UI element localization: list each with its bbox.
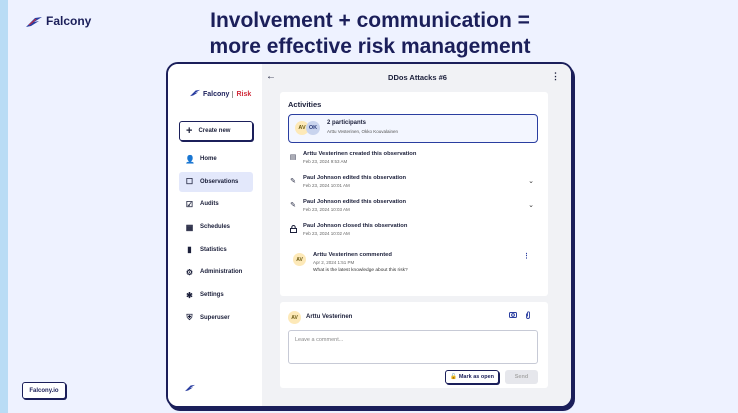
activity-item[interactable]: ✎ Paul Johnson edited this observation F… [288,174,538,194]
sidebar-item-schedules[interactable]: ▦ Schedules [179,217,253,237]
sidebar-item-superuser[interactable]: ⛨ Superuser [179,308,253,328]
app-window: Falcony Risk + Create new 👤 Home ☐ Obser… [166,62,573,408]
camera-icon[interactable] [509,311,517,320]
activity-item: Paul Johnson closed this observation Feb… [288,222,538,242]
sidebar-item-label: Schedules [200,224,231,231]
shield-icon: ⛨ [186,313,193,323]
comment-item: AV Arttu Vesterinen commented Apr 2, 202… [288,247,538,283]
comment-composer: AV Arttu Vesterinen 🔓 Mark as open Send [280,302,548,388]
app-logo: Falcony Risk [190,89,251,99]
send-button[interactable]: Send [505,370,538,384]
pencil-icon: ✎ [290,202,296,209]
left-accent-strip [0,0,8,413]
sidebar-item-label: Superuser [200,314,230,321]
participants-box[interactable]: AV OK 2 participants Arttu Vesterinen, O… [288,114,538,143]
sidebar-nav: 👤 Home ☐ Observations ☑ Audits ▦ Schedul… [179,149,253,331]
activity-time: Feb 23, 2024 10:02 AM [303,231,350,236]
participants-count: 2 participants [327,120,367,126]
app-logo-name: Falcony [203,90,230,98]
calendar-icon: ▦ [185,222,194,232]
create-new-label: Create new [198,128,231,134]
main-panel: ← DDos Attacks #6 ⋮ Activities AV OK 2 p… [262,64,571,406]
activity-time: Feb 23, 2024 10:01 AM [303,183,350,188]
sidebar-item-label: Home [200,156,217,162]
activity-text: Arttu Vesterinen created this observatio… [303,151,417,157]
mark-as-open-label: Mark as open [458,374,494,380]
checkbox-icon: ☑ [185,199,194,209]
comment-menu-icon[interactable]: ⋮ [523,252,530,260]
attachment-icon[interactable] [525,311,531,321]
falcony-bird-icon [185,384,195,394]
activity-text: Paul Johnson edited this observation [303,199,407,205]
headline-line-2: more effective risk management [209,35,531,58]
pencil-icon: ✎ [290,178,296,185]
participants-names: Arttu Vesterinen, Okko Kouvalainen [327,129,399,134]
activity-time: Feb 23, 2024 9:53 AM [303,159,348,164]
activities-title: Activities [288,100,322,109]
comment-input[interactable] [288,330,538,364]
chevron-down-icon[interactable]: ⌄ [528,201,534,209]
brand-name: Falcony [46,14,92,28]
sidebar-item-label: Audits [200,201,219,208]
document-icon: ▤ [289,154,297,161]
lock-icon [289,225,297,235]
app-logo-product: Risk [232,90,251,98]
lock-open-icon: 🔓 [449,374,457,380]
admin-icon: ⚙ [185,267,194,277]
plus-icon: + [186,124,193,137]
comment-time: Apr 2, 2024 1:51 PM [313,260,355,265]
sidebar-item-settings[interactable]: ✱ Settings [179,285,253,305]
mark-as-open-button[interactable]: 🔓 Mark as open [445,370,499,384]
activity-time: Feb 23, 2024 10:03 AM [303,207,350,212]
observations-icon: ☐ [185,177,194,187]
headline-line-1: Involvement + communication = [210,9,530,32]
create-new-button[interactable]: + Create new [179,121,253,141]
site-badge[interactable]: Falcony.io [22,382,66,399]
falcony-bird-icon [26,15,42,27]
activity-item: ▤ Arttu Vesterinen created this observat… [288,150,538,170]
sidebar-item-label: Statistics [200,246,227,253]
avatar: OK [306,121,320,135]
comment-author: Arttu Vesterinen commented [313,252,392,258]
bar-chart-icon: ▮ [187,245,192,255]
sidebar-item-home[interactable]: 👤 Home [179,149,253,169]
page-title: DDos Attacks #6 [388,73,447,82]
person-icon: 👤 [185,154,195,164]
sidebar-item-administration[interactable]: ⚙ Administration [179,262,253,282]
chevron-down-icon[interactable]: ⌄ [528,177,534,185]
activity-text: Paul Johnson closed this observation [303,223,408,229]
sidebar-item-observations[interactable]: ☐ Observations [179,171,253,192]
avatar: AV [293,253,306,266]
gear-icon: ✱ [186,290,193,300]
activities-card: Activities AV OK 2 participants Arttu Ve… [280,92,548,296]
activity-item[interactable]: ✎ Paul Johnson edited this observation F… [288,198,538,218]
sidebar: Falcony Risk + Create new 👤 Home ☐ Obser… [168,64,262,406]
falcony-bird-icon [190,89,200,99]
brand-logo: Falcony [26,14,91,28]
sidebar-item-statistics[interactable]: ▮ Statistics [179,240,253,260]
sidebar-item-label: Administration [200,269,243,276]
headline: Involvement + communication = more effec… [150,8,590,60]
comment-body: What is the latest knowledge about this … [313,268,408,273]
composer-author: Arttu Vesterinen [306,314,353,320]
avatar: AV [288,311,301,324]
sidebar-item-audits[interactable]: ☑ Audits [179,194,253,214]
sidebar-item-label: Settings [200,292,224,299]
topbar: ← DDos Attacks #6 ⋮ [262,64,571,90]
sidebar-item-label: Observations [200,178,239,185]
activity-text: Paul Johnson edited this observation [303,175,407,181]
more-options-icon[interactable]: ⋮ [551,71,560,82]
